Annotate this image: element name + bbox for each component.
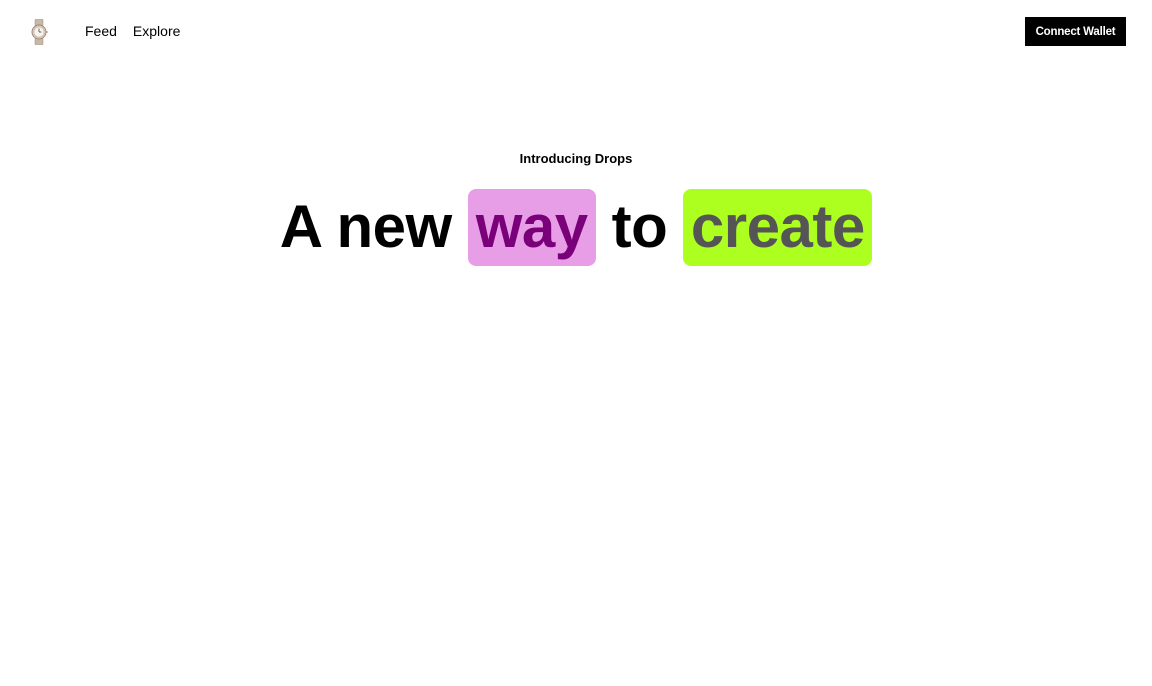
top-nav-bar: Feed Explore Connect Wallet [0,0,1152,62]
main-nav: Feed Explore [85,23,180,40]
headline-part-a-new: A new [279,193,452,260]
connect-wallet-button[interactable]: Connect Wallet [1025,17,1126,46]
nav-link-feed[interactable]: Feed [85,23,117,40]
hero-eyebrow: Introducing Drops [519,151,633,166]
nav-link-explore[interactable]: Explore [133,23,180,40]
wristwatch-icon[interactable] [30,19,48,45]
page: Feed Explore Connect Wallet Introducing … [0,0,1152,686]
headline-highlight-way: way [467,188,596,266]
headline-highlight-create: create [683,188,873,266]
headline-part-to: to [611,193,668,260]
hero-headline: A new way to create [0,188,1152,266]
